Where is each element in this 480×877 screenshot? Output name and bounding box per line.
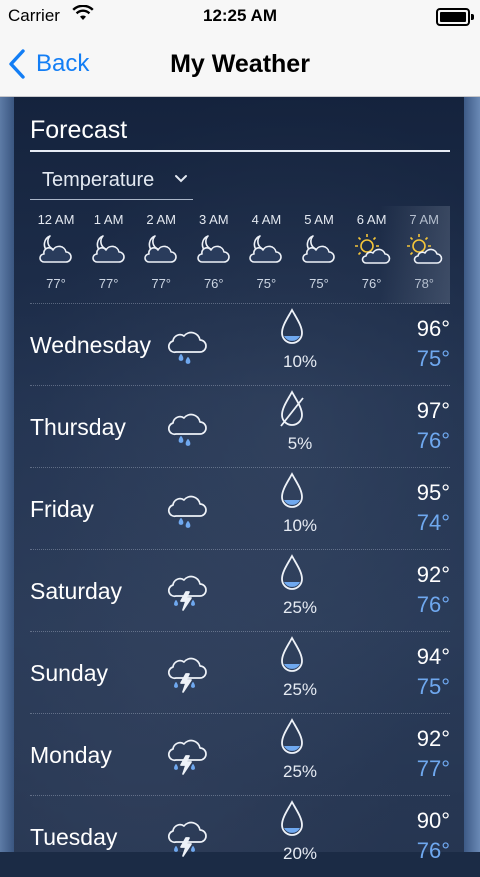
high-temperature: 92°: [416, 726, 450, 751]
hour-label: 5 AM: [304, 212, 334, 227]
sun-cloud-icon: [346, 232, 398, 266]
daily-forecast-row[interactable]: Sunday 25% 94° 75°: [30, 631, 450, 713]
metric-dropdown[interactable]: Temperature: [30, 166, 193, 200]
precipitation-chance: 10%: [282, 516, 318, 535]
day-name: Sunday: [30, 660, 109, 686]
raindrop-icon: [278, 799, 306, 844]
hourly-item: 12 AM 77°: [30, 206, 82, 291]
hourly-item: 6 AM 76°: [346, 206, 398, 291]
low-temperature: 76°: [416, 592, 450, 617]
hour-label: 6 AM: [356, 212, 387, 227]
rain-cloud-icon: [164, 488, 210, 535]
hour-temperature: 77°: [151, 276, 172, 291]
chevron-down-icon: [173, 172, 189, 190]
moon-cloud-icon: [293, 232, 345, 266]
hourly-item: 4 AM 75°: [240, 206, 292, 291]
low-temperature: 74°: [416, 510, 450, 535]
daily-forecast-list: Wednesday 10% 96° 75° Thursday 5% 97° 76…: [30, 303, 450, 877]
high-temperature: 97°: [416, 398, 450, 423]
daily-forecast-row[interactable]: Thursday 5% 97° 76°: [30, 385, 450, 467]
forecast-title: Forecast: [30, 116, 128, 144]
moon-cloud-icon: [240, 232, 292, 266]
raindrop-icon: [278, 635, 306, 680]
hour-temperature: 78°: [414, 276, 435, 291]
day-name: Thursday: [30, 414, 126, 440]
low-temperature: 76°: [416, 838, 450, 863]
day-name: Wednesday: [30, 332, 152, 358]
precipitation-chance: 25%: [282, 598, 318, 617]
high-temperature: 96°: [416, 316, 450, 341]
navigation-bar: Back My Weather: [0, 32, 480, 97]
hour-label: 12 AM: [37, 212, 75, 227]
hour-label: 7 AM: [409, 212, 439, 227]
high-temperature: 92°: [416, 562, 450, 587]
no-rain-icon: [278, 389, 306, 434]
moon-cloud-icon: [135, 232, 187, 266]
precipitation-chance: 10%: [282, 352, 318, 371]
hour-temperature: 75°: [256, 276, 277, 291]
day-name: Tuesday: [30, 824, 118, 850]
day-name: Friday: [30, 496, 94, 522]
hour-label: 3 AM: [198, 212, 229, 227]
moon-cloud-icon: [83, 232, 135, 266]
hourly-item: 2 AM 77°: [135, 206, 187, 291]
raindrop-icon: [278, 553, 306, 598]
raindrop-icon: [278, 307, 306, 352]
precipitation-chance: 5%: [287, 434, 313, 453]
hour-temperature: 76°: [203, 276, 224, 291]
precipitation-chance: 20%: [282, 844, 318, 863]
day-name: Saturday: [30, 578, 123, 604]
precipitation-chance: 25%: [282, 680, 318, 699]
daily-forecast-row[interactable]: Saturday 25% 92° 76°: [30, 549, 450, 631]
hour-label: 2 AM: [146, 212, 176, 227]
thunderstorm-icon: [164, 734, 210, 781]
battery-icon: [436, 8, 474, 26]
raindrop-icon: [278, 471, 306, 516]
status-time: 12:25 AM: [202, 6, 277, 25]
hour-temperature: 77°: [46, 276, 66, 291]
hourly-item: 7 AM 78°: [398, 206, 450, 291]
low-temperature: 75°: [416, 674, 450, 699]
hourly-forecast-strip[interactable]: 12 AM 77° 1 AM 77° 2 AM 77° 3 AM 76° 4 A…: [30, 206, 450, 304]
hour-label: 1 AM: [93, 212, 124, 227]
moon-cloud-icon: [30, 232, 82, 266]
status-bar: Carrier 12:25 AM: [0, 0, 480, 32]
low-temperature: 75°: [416, 346, 450, 371]
thunderstorm-icon: [164, 816, 210, 863]
thunderstorm-icon: [164, 570, 210, 617]
low-temperature: 76°: [416, 428, 450, 453]
hour-label: 4 AM: [251, 212, 282, 227]
high-temperature: 90°: [416, 808, 450, 833]
daily-forecast-row[interactable]: Monday 25% 92° 77°: [30, 713, 450, 795]
sun-cloud-icon: [398, 232, 450, 266]
high-temperature: 95°: [416, 480, 450, 505]
day-name: Monday: [30, 742, 112, 768]
divider: [30, 150, 450, 152]
daily-forecast-row[interactable]: Wednesday 10% 96° 75°: [30, 303, 450, 385]
raindrop-icon: [278, 717, 306, 762]
hourly-item: 5 AM 75°: [293, 206, 345, 291]
low-temperature: 77°: [416, 756, 450, 781]
high-temperature: 94°: [416, 644, 450, 669]
page-title: My Weather: [170, 50, 310, 78]
metric-selected-value: Temperature: [42, 169, 155, 191]
hour-temperature: 75°: [309, 276, 329, 291]
daily-forecast-row[interactable]: Friday 10% 95° 74°: [30, 467, 450, 549]
precipitation-chance: 25%: [282, 762, 318, 781]
moon-cloud-icon: [188, 232, 240, 266]
hourly-item: 1 AM 77°: [83, 206, 135, 291]
daily-forecast-row[interactable]: Tuesday 20% 90° 76°: [30, 795, 450, 877]
rain-cloud-icon: [164, 406, 210, 453]
thunderstorm-icon: [164, 652, 210, 699]
rain-cloud-icon: [164, 324, 210, 371]
hourly-item: 3 AM 76°: [188, 206, 240, 291]
hour-temperature: 77°: [98, 276, 119, 291]
hour-temperature: 76°: [361, 276, 382, 291]
